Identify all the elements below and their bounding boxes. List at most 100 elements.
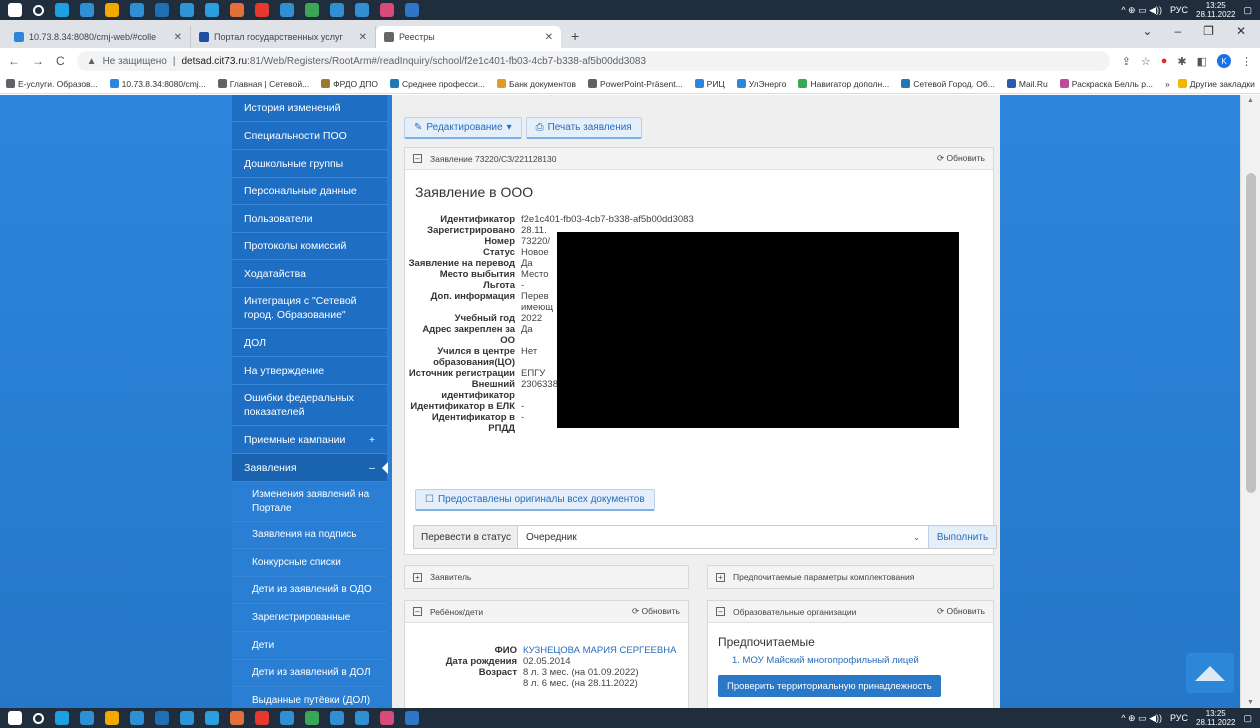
execute-button[interactable]: Выполнить xyxy=(928,526,996,548)
keyboard-lang[interactable]: РУС xyxy=(1170,5,1188,15)
sidebar-item[interactable]: Ошибки федеральных показателей xyxy=(232,385,387,426)
sidebar-item[interactable]: Интеграция с "Сетевой город. Образование… xyxy=(232,288,387,329)
clock[interactable]: 13:25 28.11.2022 xyxy=(1196,1,1235,19)
sidebar-item[interactable]: Зарегистрированные xyxy=(232,604,387,632)
taskbar-app-icon[interactable] xyxy=(280,711,294,725)
taskbar-app-icon[interactable] xyxy=(255,3,269,17)
child-name-link[interactable]: КУЗНЕЦОВА МАРИЯ СЕРГЕЕВНА xyxy=(523,645,695,656)
sidepanel-icon[interactable]: ◧ xyxy=(1197,55,1207,68)
bookmark-item[interactable]: РИЦ xyxy=(694,79,725,89)
expand-icon[interactable]: + xyxy=(716,572,725,582)
bookmark-star-icon[interactable]: ☆ xyxy=(1141,55,1151,68)
sidebar-item[interactable]: Изменения заявлений на Портале xyxy=(232,482,387,522)
taskbar-app-icon[interactable] xyxy=(130,711,144,725)
keyboard-lang[interactable]: РУС xyxy=(1170,713,1188,723)
browser-tab[interactable]: 10.73.8.34:8080/cmj-web/#colle ✕ xyxy=(6,26,191,48)
browser-tab[interactable]: Портал государственных услуг ✕ xyxy=(191,26,376,48)
taskbar-app-icon[interactable] xyxy=(155,3,169,17)
sidebar-item[interactable]: Дошкольные группы xyxy=(232,150,387,178)
refresh-button[interactable]: ⟳ Обновить xyxy=(632,606,680,617)
extension-icon[interactable]: ● xyxy=(1161,55,1168,67)
sidebar-item[interactable]: ДОЛ xyxy=(232,329,387,357)
taskbar-app-icon[interactable] xyxy=(230,711,244,725)
sidebar-item[interactable]: Выданные путёвки (ДОЛ) xyxy=(232,687,387,708)
taskbar-app-icon[interactable] xyxy=(105,711,119,725)
bookmark-item[interactable]: Главная | Сетевой... xyxy=(217,79,309,89)
search-icon[interactable] xyxy=(33,712,44,724)
print-button[interactable]: ⎙ Печать заявления xyxy=(525,117,642,139)
windows-start-icon[interactable] xyxy=(8,711,22,725)
taskbar-app-icon[interactable] xyxy=(380,3,394,17)
close-tab-icon[interactable]: ✕ xyxy=(545,32,553,43)
bookmark-item[interactable]: Среднее професси... xyxy=(389,79,485,89)
collapse-icon[interactable]: – xyxy=(716,607,725,616)
taskbar-app-icon[interactable] xyxy=(130,3,144,17)
other-bookmarks[interactable]: Другие закладки xyxy=(1177,79,1255,89)
restore-button[interactable]: ❐ xyxy=(1203,24,1214,38)
taskbar-app-icon[interactable] xyxy=(155,711,169,725)
taskbar-app-icon[interactable] xyxy=(305,711,319,725)
profile-avatar[interactable]: K xyxy=(1217,54,1231,68)
notification-icon[interactable]: ▢ xyxy=(1243,713,1252,724)
taskbar-app-icon[interactable] xyxy=(355,711,369,725)
taskbar-app-icon[interactable] xyxy=(80,3,94,17)
taskbar-app-icon[interactable] xyxy=(330,3,344,17)
sidebar-item[interactable]: На утверждение xyxy=(232,357,387,385)
scrollbar-thumb[interactable] xyxy=(1246,173,1256,493)
windows-start-icon[interactable] xyxy=(8,3,22,17)
url-input[interactable]: ▲ Не защищено | detsad.cit73.ru:81/Web/R… xyxy=(76,51,1110,71)
tray-icons[interactable]: ^ ⊕ ▭ ◀)) xyxy=(1121,713,1162,724)
bookmark-item[interactable]: Е-услуги. Образов... xyxy=(6,79,98,89)
bookmark-item[interactable]: 10.73.8.34:8080/cmj... xyxy=(109,79,206,89)
taskbar-app-icon[interactable] xyxy=(205,3,219,17)
sidebar-item[interactable]: Дети xyxy=(232,632,387,660)
close-tab-icon[interactable]: ✕ xyxy=(174,32,182,43)
forward-icon[interactable]: → xyxy=(32,54,44,68)
taskbar-app-icon[interactable] xyxy=(405,711,419,725)
bookmark-item[interactable]: PowerPoint-Präsent... xyxy=(587,79,683,89)
bookmark-item[interactable]: УлЭнерго xyxy=(736,79,786,89)
bookmark-item[interactable]: Mail.Ru xyxy=(1006,79,1048,89)
sidebar-item[interactable]: Конкурсные списки xyxy=(232,549,387,577)
tray-icons[interactable]: ^ ⊕ ▭ ◀)) xyxy=(1121,5,1162,16)
sidebar-item[interactable]: Заявления на подпись xyxy=(232,522,387,549)
share-icon[interactable]: ⇪ xyxy=(1122,55,1131,68)
sidebar-item[interactable]: Протоколы комиссий xyxy=(232,233,387,260)
close-tab-icon[interactable]: ✕ xyxy=(359,32,367,43)
taskbar-app-icon[interactable] xyxy=(80,711,94,725)
expand-icon[interactable]: + xyxy=(413,572,422,582)
collapse-icon[interactable]: – xyxy=(413,607,422,616)
originals-checkbox-button[interactable]: ☐ Предоставлены оригиналы всех документов xyxy=(415,489,655,511)
taskbar-app-icon[interactable] xyxy=(105,3,119,17)
bookmark-item[interactable]: ФРДО ДПО xyxy=(321,79,378,89)
taskbar-app-icon[interactable] xyxy=(180,3,194,17)
tab-search-icon[interactable]: ⌄ xyxy=(1142,24,1152,38)
close-window-button[interactable]: ✕ xyxy=(1236,24,1246,38)
minimize-button[interactable]: – xyxy=(1174,24,1181,38)
sidebar-item[interactable]: Дети из заявлений в ДОЛ xyxy=(232,660,387,687)
taskbar-app-icon[interactable] xyxy=(305,3,319,17)
search-icon[interactable] xyxy=(33,4,44,16)
sidebar-item[interactable]: Ходатайства xyxy=(232,260,387,288)
bookmark-item[interactable]: Раскраска Белль р... xyxy=(1059,79,1153,89)
sidebar-item[interactable]: Заявления – xyxy=(232,454,388,482)
bookmark-item[interactable]: Сетевой Город. Об... xyxy=(901,79,995,89)
scroll-to-top-button[interactable] xyxy=(1186,653,1234,693)
clock[interactable]: 13:25 28.11.2022 xyxy=(1196,709,1235,727)
sidebar-item[interactable]: Пользователи xyxy=(232,205,387,233)
refresh-button[interactable]: ⟳ Обновить xyxy=(937,153,985,164)
collapse-icon[interactable]: – xyxy=(413,154,422,163)
taskbar-app-icon[interactable] xyxy=(180,711,194,725)
back-icon[interactable]: ← xyxy=(8,54,20,68)
taskbar-app-icon[interactable] xyxy=(280,3,294,17)
bookmark-item[interactable]: Банк документов xyxy=(496,79,576,89)
browser-tab[interactable]: Реестры ✕ xyxy=(376,26,561,48)
sidebar-item[interactable]: Дети из заявлений в ОДО xyxy=(232,577,387,604)
scroll-down-icon[interactable]: ▼ xyxy=(1247,699,1254,706)
sidebar-item[interactable]: Персональные данные xyxy=(232,178,387,205)
taskbar-app-icon[interactable] xyxy=(55,3,69,17)
refresh-button[interactable]: ⟳ Обновить xyxy=(937,606,985,617)
taskbar-app-icon[interactable] xyxy=(255,711,269,725)
taskbar-app-icon[interactable] xyxy=(380,711,394,725)
bookmark-item[interactable]: Навигатор дополн... xyxy=(798,79,889,89)
